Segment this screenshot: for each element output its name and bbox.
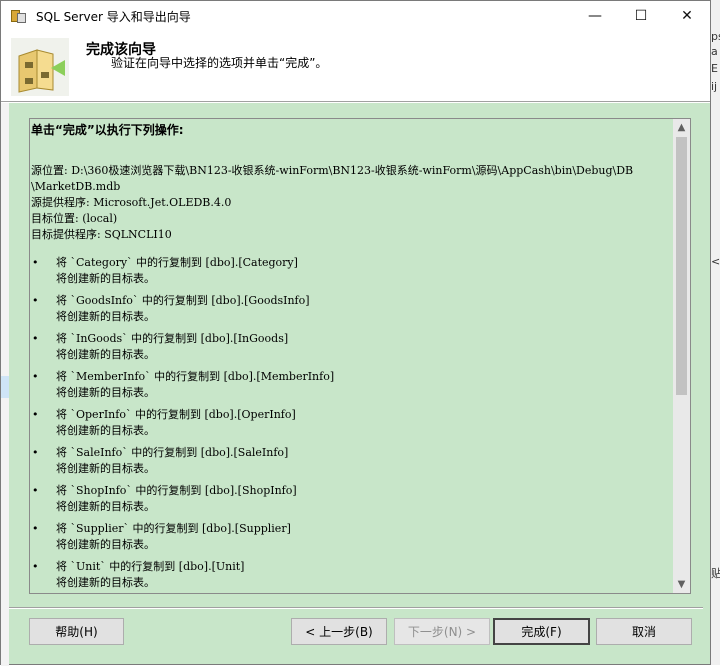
wizard-banner-icon — [11, 38, 69, 96]
scroll-thumb[interactable] — [676, 137, 687, 395]
operation-copy: 将 `Supplier` 中的行复制到 [dbo].[Supplier] — [56, 522, 291, 535]
operation-note: 将创建新的目标表。 — [56, 462, 155, 475]
bullet: • — [32, 294, 39, 307]
operation-item: • 将 `OperInfo` 中的行复制到 [dbo].[OperInfo] 将… — [31, 407, 673, 439]
operation-note: 将创建新的目标表。 — [56, 424, 155, 437]
background-app-edge: ps a E ij < 贴 — [710, 0, 720, 665]
operation-copy: 将 `InGoods` 中的行复制到 [dbo].[InGoods] — [56, 332, 289, 345]
finish-button[interactable]: 完成(F) — [493, 618, 590, 645]
operation-note: 将创建新的目标表。 — [56, 576, 155, 589]
vertical-scrollbar[interactable]: ▲ ▼ — [673, 119, 690, 593]
window-title: SQL Server 导入和导出向导 — [36, 9, 191, 24]
operation-note: 将创建新的目标表。 — [56, 272, 155, 285]
background-text: a — [711, 45, 718, 58]
bullet: • — [32, 560, 39, 573]
background-app-left-edge — [1, 31, 9, 666]
help-button[interactable]: 帮助(H) — [29, 618, 124, 645]
import-export-wizard-window: SQL Server 导入和导出向导 — ☐ ✕ 完成该向导 验证在向导中选择的… — [0, 0, 711, 666]
wizard-header: 完成该向导 验证在向导中选择的选项并单击“完成”。 — [1, 31, 710, 101]
operation-copy: 将 `Category` 中的行复制到 [dbo].[Category] — [56, 256, 298, 269]
background-text: < — [711, 255, 720, 268]
bullet: • — [32, 332, 39, 345]
scroll-up-arrow[interactable]: ▲ — [673, 119, 690, 136]
close-button[interactable]: ✕ — [664, 1, 710, 31]
background-text: 贴 — [711, 567, 720, 580]
operation-note: 将创建新的目标表。 — [56, 348, 155, 361]
operation-note: 将创建新的目标表。 — [56, 386, 155, 399]
background-text: E — [711, 62, 718, 75]
page-subtitle: 验证在向导中选择的选项并单击“完成”。 — [111, 56, 328, 70]
bullet: • — [32, 446, 39, 459]
operation-copy: 将 `MemberInfo` 中的行复制到 [dbo].[MemberInfo] — [56, 370, 335, 383]
summary-panel: 单击“完成”以执行下列操作: 源位置: D:\360极速浏览器下载\BN123-… — [29, 118, 691, 594]
source-location: 源位置: D:\360极速浏览器下载\BN123-收银系统-winForm\BN… — [31, 164, 634, 177]
app-icon — [11, 8, 27, 24]
scroll-down-arrow[interactable]: ▼ — [673, 576, 690, 593]
bullet: • — [32, 370, 39, 383]
operation-note: 将创建新的目标表。 — [56, 500, 155, 513]
operation-item: • 将 `ShopInfo` 中的行复制到 [dbo].[ShopInfo] 将… — [31, 483, 673, 515]
summary-text[interactable]: 单击“完成”以执行下列操作: 源位置: D:\360极速浏览器下载\BN123-… — [30, 119, 673, 593]
operation-note: 将创建新的目标表。 — [56, 538, 155, 551]
footer-divider — [9, 607, 703, 609]
title-bar[interactable]: SQL Server 导入和导出向导 — ☐ ✕ — [1, 1, 710, 31]
operation-note: 将创建新的目标表。 — [56, 310, 155, 323]
bullet: • — [32, 256, 39, 269]
operation-copy: 将 `SaleInfo` 中的行复制到 [dbo].[SaleInfo] — [56, 446, 289, 459]
operation-item: • 将 `SaleInfo` 中的行复制到 [dbo].[SaleInfo] 将… — [31, 445, 673, 477]
cancel-button[interactable]: 取消 — [596, 618, 692, 645]
operation-copy: 将 `ShopInfo` 中的行复制到 [dbo].[ShopInfo] — [56, 484, 297, 497]
minimize-button[interactable]: — — [572, 1, 618, 31]
operation-item: • 将 `Category` 中的行复制到 [dbo].[Category] 将… — [31, 255, 673, 287]
operation-item: • 将 `Unit` 中的行复制到 [dbo].[Unit] 将创建新的目标表。 — [31, 559, 673, 591]
window-controls: — ☐ ✕ — [572, 1, 710, 31]
bullet: • — [32, 484, 39, 497]
operation-item: • 将 `MemberInfo` 中的行复制到 [dbo].[MemberInf… — [31, 369, 673, 401]
background-text: ij — [711, 80, 718, 93]
operation-copy: 将 `OperInfo` 中的行复制到 [dbo].[OperInfo] — [56, 408, 296, 421]
background-selection — [1, 376, 9, 398]
source-location-cont: \MarketDB.mdb — [31, 180, 121, 193]
source-provider: 源提供程序: Microsoft.Jet.OLEDB.4.0 — [31, 196, 232, 209]
background-text: ps — [711, 30, 720, 43]
operation-copy: 将 `GoodsInfo` 中的行复制到 [dbo].[GoodsInfo] — [56, 294, 310, 307]
bullet: • — [32, 522, 39, 535]
operation-item: • 将 `InGoods` 中的行复制到 [dbo].[InGoods] 将创建… — [31, 331, 673, 363]
operation-item: • 将 `GoodsInfo` 中的行复制到 [dbo].[GoodsInfo]… — [31, 293, 673, 325]
maximize-button[interactable]: ☐ — [618, 1, 664, 31]
operation-item: • 将 `Supplier` 中的行复制到 [dbo].[Supplier] 将… — [31, 521, 673, 553]
operation-copy: 将 `Unit` 中的行复制到 [dbo].[Unit] — [56, 560, 245, 573]
summary-heading: 单击“完成”以执行下列操作: — [31, 123, 184, 137]
bullet: • — [32, 408, 39, 421]
destination-provider: 目标提供程序: SQLNCLI10 — [31, 228, 172, 241]
next-button[interactable]: 下一步(N) > — [394, 618, 490, 645]
back-button[interactable]: < 上一步(B) — [291, 618, 387, 645]
header-divider — [1, 101, 710, 103]
destination-location: 目标位置: (local) — [31, 212, 118, 225]
